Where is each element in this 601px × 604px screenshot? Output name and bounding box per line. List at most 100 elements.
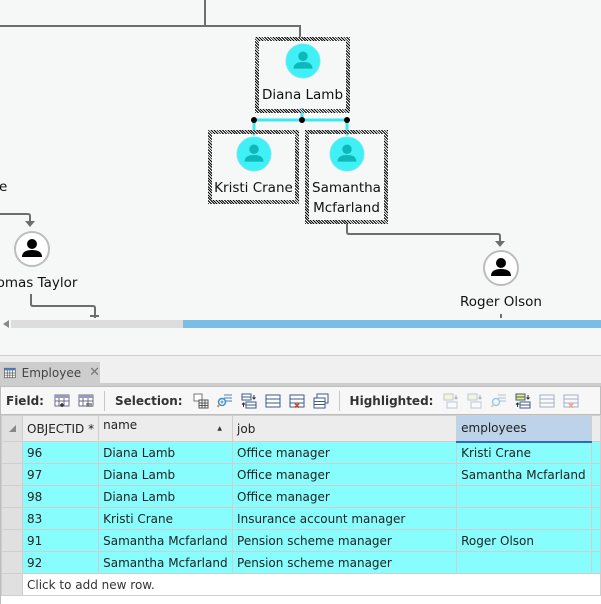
table-row[interactable]: 98 Diana Lamb Office manager (1, 485, 601, 508)
selection-label: Selection: (114, 393, 183, 408)
row-header[interactable] (1, 441, 23, 464)
row-header[interactable] (1, 551, 23, 574)
close-tab-icon[interactable]: ✕ (89, 365, 100, 380)
node-label: omas Taylor (0, 275, 78, 291)
table-row[interactable]: 83 Kristi Crane Insurance account manager (1, 507, 601, 530)
node-diana-lamb[interactable]: Diana Lamb (255, 37, 350, 113)
select-all-icon[interactable] (265, 393, 281, 409)
cell-filler (590, 529, 601, 552)
field-label: Field: (6, 393, 44, 408)
cell-name[interactable]: Diana Lamb (98, 463, 234, 486)
switch-highlighted-icon[interactable] (515, 393, 531, 409)
arrowhead (25, 221, 35, 227)
cell-objectid[interactable]: 97 (21, 463, 100, 486)
highlight-switch-icon (443, 393, 459, 409)
table-row[interactable]: 91 Samantha Mcfarland Pension scheme manag… (1, 529, 601, 552)
tab-employee[interactable]: Employee ✕ (0, 362, 100, 383)
cell-name[interactable]: Diana Lamb (98, 485, 234, 508)
cell-employees[interactable] (456, 551, 592, 574)
link-handle (299, 117, 305, 123)
scroll-left-arrow-icon[interactable] (2, 320, 10, 328)
column-header-name[interactable]: name ▲ (98, 415, 234, 442)
highlight-unselect-icon (467, 393, 483, 409)
cell-objectid[interactable]: 96 (21, 441, 100, 464)
sort-ascending-icon: ▲ (217, 424, 223, 432)
column-header-employees[interactable]: employees (456, 415, 592, 443)
person-icon (483, 250, 519, 286)
delete-selection-icon[interactable] (313, 393, 329, 409)
row-header[interactable] (1, 463, 23, 486)
cell-job[interactable]: Pension scheme manager (232, 529, 458, 552)
cell-objectid[interactable]: 92 (21, 551, 100, 574)
attribute-table-grid: OBJECTID * name ▲ job employees 96 Diana … (1, 415, 601, 596)
cell-job[interactable]: Office manager (232, 441, 458, 464)
cell-filler (590, 463, 601, 486)
link-line (0, 0, 206, 27)
cell-employees[interactable] (456, 507, 592, 530)
cell-filler (590, 551, 601, 574)
select-by-attributes-icon[interactable] (193, 393, 209, 409)
select-all-corner[interactable] (1, 415, 23, 442)
toolbar-separator (103, 390, 105, 411)
node-roger-olson[interactable]: Roger Olson (451, 249, 551, 312)
switch-selection-icon[interactable] (241, 393, 257, 409)
link-line (30, 294, 96, 318)
add-new-row-prompt[interactable]: Click to add new row. (22, 573, 601, 596)
cell-job[interactable]: Insurance account manager (232, 507, 458, 530)
column-header-job[interactable]: job (232, 415, 458, 442)
add-field-icon[interactable] (54, 393, 70, 409)
column-header-label: name (103, 417, 138, 432)
cell-name[interactable]: Diana Lamb (98, 441, 234, 464)
node-label-partial: e (0, 179, 8, 195)
cell-objectid[interactable]: 91 (21, 529, 100, 552)
cell-job[interactable]: Pension scheme manager (232, 551, 458, 574)
link-handle (251, 117, 257, 123)
cell-name[interactable]: Samantha Mcfarland (98, 551, 234, 574)
cell-name[interactable]: Samantha Mcfarland (98, 529, 234, 552)
link-line (346, 222, 501, 242)
column-header-objectid[interactable]: OBJECTID * (21, 415, 100, 442)
tab-strip: Employee ✕ (0, 356, 601, 383)
clear-selection-icon[interactable] (289, 393, 305, 409)
add-row[interactable]: Click to add new row. (1, 573, 601, 596)
horizontal-scrollbar[interactable] (11, 320, 601, 328)
node-kristi-crane[interactable]: Kristi Crane (208, 130, 299, 204)
clear-highlighted-icon (563, 393, 579, 409)
cell-objectid[interactable]: 98 (21, 485, 100, 508)
cell-name[interactable]: Kristi Crane (98, 507, 234, 530)
highlight-all-icon (539, 393, 555, 409)
cell-filler (590, 441, 601, 464)
attribute-table: OBJECTID * name ▲ job employees 96 Diana … (0, 415, 601, 604)
person-icon (235, 136, 272, 172)
person-icon (328, 136, 365, 172)
cell-objectid[interactable]: 83 (21, 507, 100, 530)
zoom-to-selection-icon[interactable] (216, 393, 233, 409)
cell-employees[interactable]: Samantha Mcfarland (456, 463, 592, 486)
table-icon (4, 367, 16, 378)
node-label: Diana Lamb (261, 87, 344, 103)
node-thomas-taylor[interactable]: omas Taylor (0, 230, 82, 293)
table-row[interactable]: 96 Diana Lamb Office manager Kristi Crane (1, 441, 601, 464)
arrowhead (495, 241, 505, 247)
cell-job[interactable]: Office manager (232, 485, 458, 508)
row-header[interactable] (1, 485, 23, 508)
link-chart-view[interactable]: Diana Lamb Kristi Crane Samantha Mcfarla… (0, 0, 601, 355)
link-handle (344, 117, 350, 123)
cell-employees[interactable]: Roger Olson (456, 529, 592, 552)
calculate-field-icon[interactable] (78, 393, 94, 409)
cell-job[interactable]: Office manager (232, 463, 458, 486)
cell-employees[interactable] (456, 485, 592, 508)
header-row: OBJECTID * name ▲ job employees (1, 415, 601, 443)
table-row[interactable]: 92 Samantha Mcfarland Pension scheme manag… (1, 551, 601, 574)
node-samantha-mcfarland[interactable]: Samantha Mcfarland (305, 130, 388, 224)
row-header (1, 573, 23, 596)
node-label: Roger Olson (460, 294, 542, 310)
row-header[interactable] (1, 507, 23, 530)
node-label: Kristi Crane (214, 180, 293, 196)
scrollbar-thumb[interactable] (183, 320, 601, 328)
table-row[interactable]: 97 Diana Lamb Office manager Samantha Mcfar… (1, 463, 601, 486)
row-header[interactable] (1, 529, 23, 552)
person-icon (284, 43, 321, 79)
tab-label: Employee (21, 365, 82, 380)
cell-employees[interactable]: Kristi Crane (456, 441, 592, 464)
